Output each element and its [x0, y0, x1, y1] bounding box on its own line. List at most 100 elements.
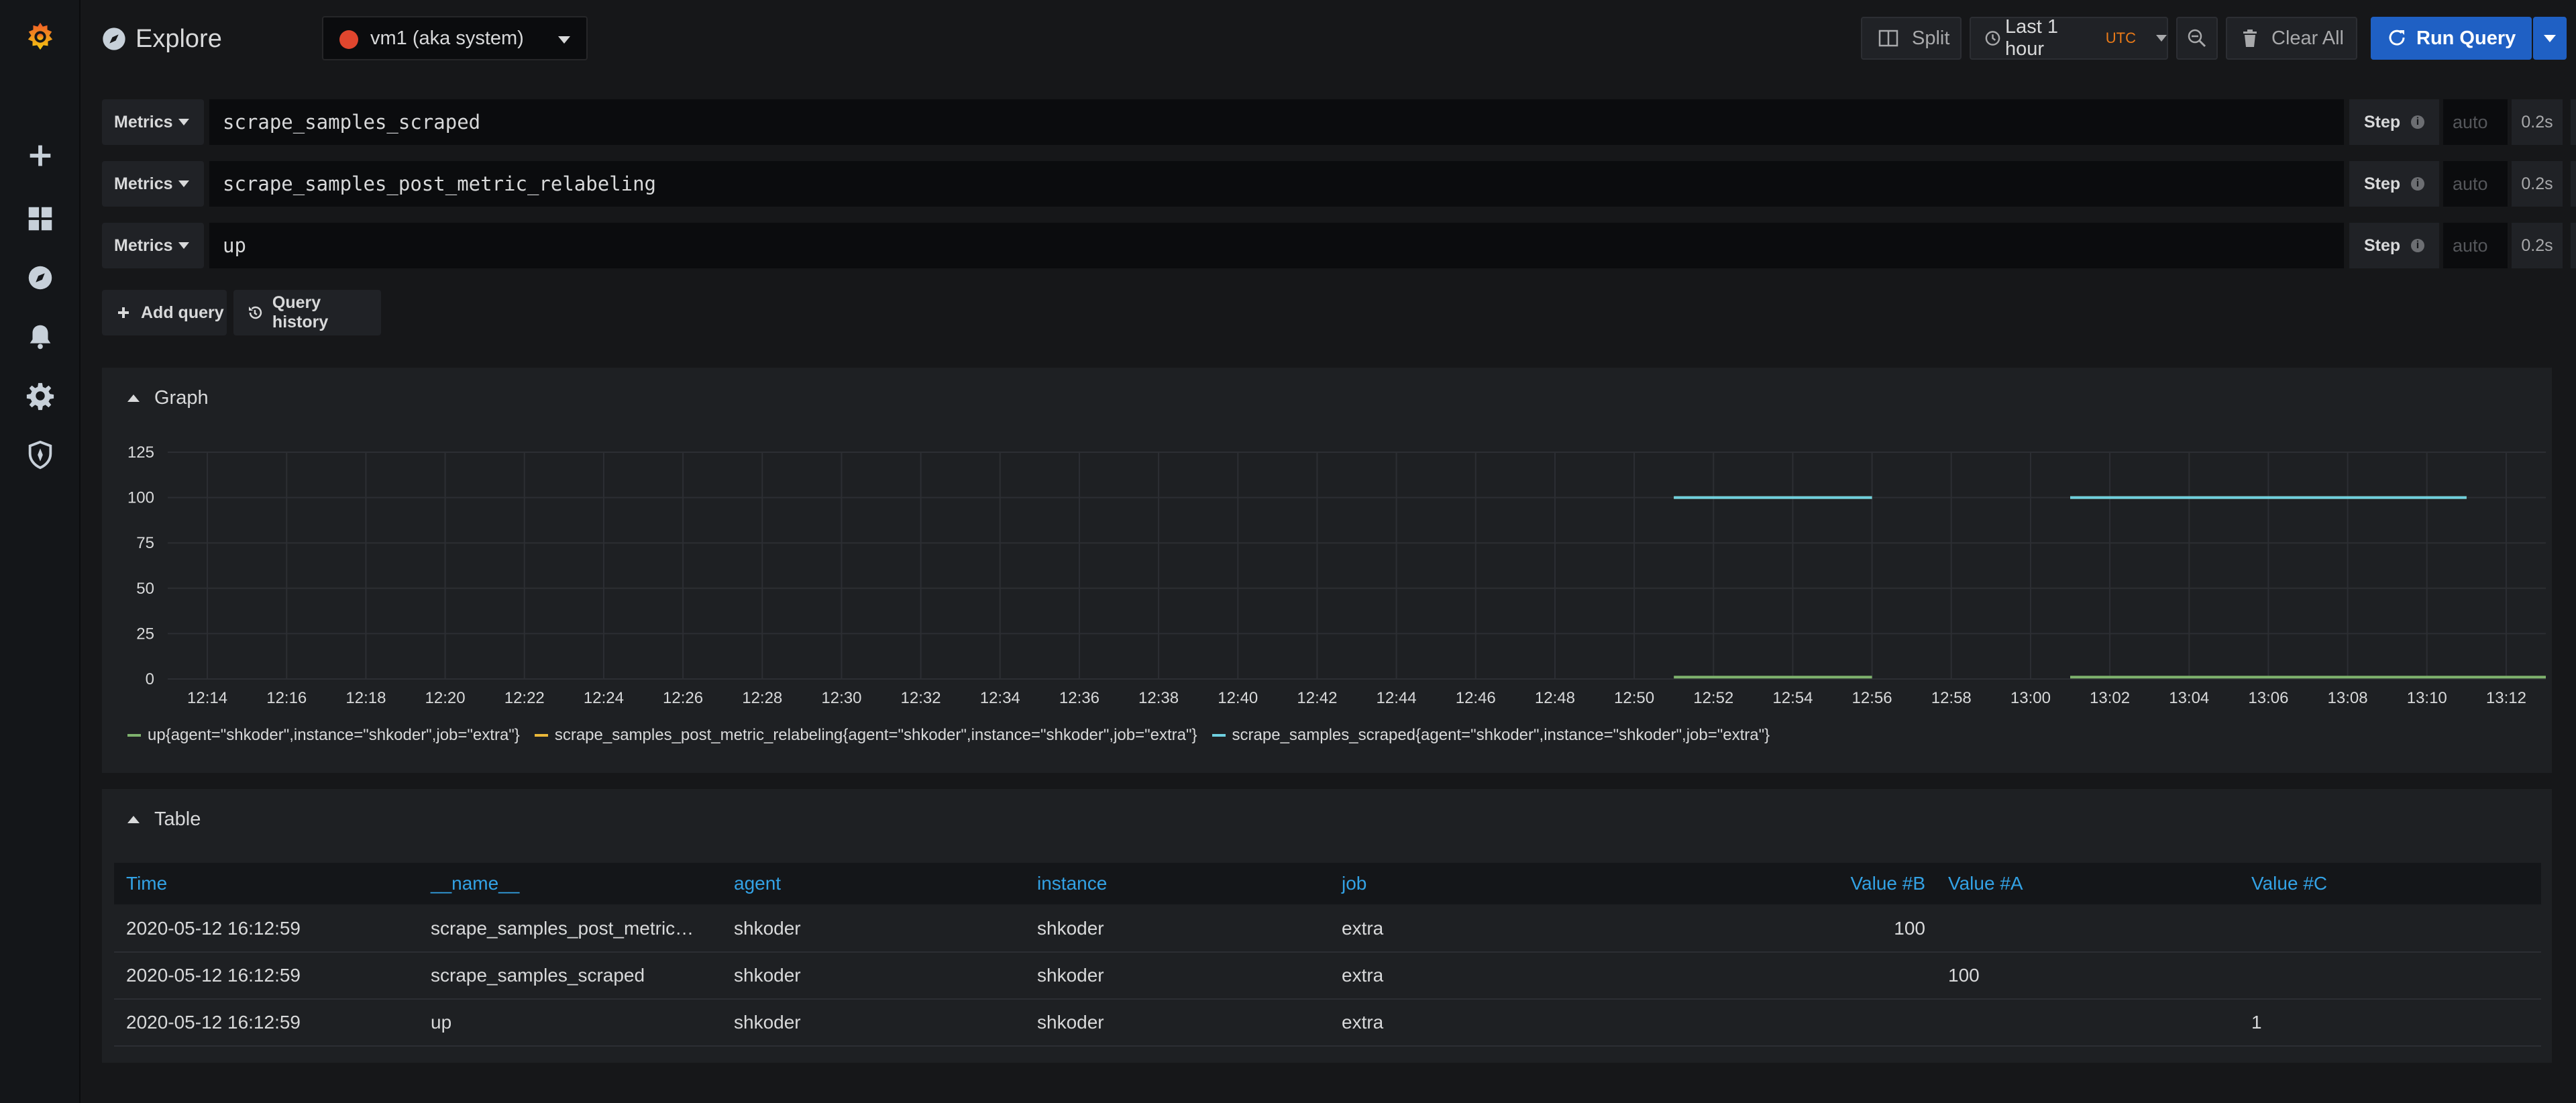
graph-legend: up{agent="shkoder",instance="shkoder",jo… — [127, 726, 1770, 745]
zoom-out-icon — [2188, 29, 2206, 48]
step-input[interactable]: auto — [2443, 223, 2508, 268]
x-tick-label: 12:38 — [1138, 689, 1179, 707]
caret-down-icon — [178, 242, 189, 249]
legend-item[interactable]: scrape_samples_scraped{agent="shkoder",i… — [1212, 726, 1770, 745]
shield-icon[interactable] — [0, 428, 80, 482]
cell-name: up — [431, 1012, 452, 1033]
page-title: Explore — [136, 25, 222, 53]
cell-value-b: 100 — [1894, 918, 1925, 939]
split-button[interactable]: Split — [1861, 17, 1962, 60]
caret-down-icon — [558, 36, 570, 44]
query-expression-input[interactable]: up — [209, 223, 2344, 268]
x-tick-label: 12:22 — [504, 689, 545, 707]
toggle-visibility-button[interactable] — [2571, 99, 2576, 145]
datasource-picker[interactable]: vm1 (aka system) — [322, 16, 588, 60]
grafana-logo-icon[interactable] — [0, 9, 80, 63]
x-tick-label: 13:06 — [2248, 689, 2288, 707]
table-row: 2020-05-12 16:12:59 scrape_samples_post_… — [114, 906, 2541, 953]
info-icon[interactable]: i — [2411, 239, 2424, 252]
explore-icon[interactable] — [0, 251, 80, 305]
zoom-out-button[interactable] — [2176, 17, 2218, 60]
legend-swatch — [127, 734, 141, 737]
x-tick-label: 13:12 — [2486, 689, 2526, 707]
split-icon — [1878, 30, 1898, 47]
add-query-label: Add query — [141, 303, 224, 322]
table-panel-title: Table — [154, 808, 201, 830]
alert-bell-icon[interactable] — [0, 310, 80, 364]
x-tick-label: 12:36 — [1059, 689, 1099, 707]
explore-title-icon — [103, 28, 125, 50]
x-tick-label: 12:32 — [901, 689, 941, 707]
info-icon[interactable]: i — [2411, 115, 2424, 129]
x-tick-label: 12:34 — [980, 689, 1020, 707]
cell-value-b — [1737, 953, 1925, 998]
column-header-instance[interactable]: instance — [1037, 863, 1107, 904]
timezone-label: UTC — [2105, 30, 2136, 46]
x-tick-label: 13:08 — [2328, 689, 2368, 707]
clock-icon — [1985, 31, 2000, 46]
legend-item[interactable]: up{agent="shkoder",instance="shkoder",jo… — [127, 726, 520, 745]
x-tick-label: 13:04 — [2169, 689, 2209, 707]
run-query-button[interactable]: Run Query — [2371, 17, 2532, 60]
cell-instance: shkoder — [1037, 918, 1104, 939]
x-tick-label: 12:52 — [1693, 689, 1733, 707]
cell-value-a — [1948, 1000, 2216, 1045]
x-tick-label: 12:18 — [345, 689, 386, 707]
toggle-visibility-button[interactable] — [2571, 161, 2576, 207]
step-label-text: Step — [2364, 112, 2401, 132]
gear-icon[interactable] — [0, 369, 80, 423]
column-header-value-c[interactable]: Value #C — [2251, 863, 2327, 904]
datasource-icon — [339, 30, 358, 49]
cell-value-a — [1948, 906, 2216, 951]
x-tick-label: 13:00 — [2010, 689, 2051, 707]
step-label: Step i — [2349, 223, 2439, 268]
query-row: Metrics scrape_samples_scraped Step i aut… — [102, 99, 2576, 145]
caret-down-icon — [178, 180, 189, 187]
add-query-button[interactable]: Add query — [102, 290, 227, 335]
dashboards-icon[interactable] — [0, 192, 80, 246]
column-header-value-b[interactable]: Value #B — [1737, 863, 1925, 904]
query-expression-input[interactable]: scrape_samples_scraped — [209, 99, 2344, 145]
legend-label: up{agent="shkoder",instance="shkoder",jo… — [148, 726, 520, 744]
query-expression-input[interactable]: scrape_samples_post_metric_relabeling — [209, 161, 2344, 207]
clear-all-button[interactable]: Clear All — [2226, 17, 2357, 60]
query-type-select[interactable]: Metrics — [102, 223, 204, 268]
column-header-time[interactable]: Time — [126, 863, 167, 904]
time-range-picker[interactable]: Last 1 hour UTC — [1970, 16, 2168, 60]
table-panel-header[interactable]: Table — [127, 802, 201, 836]
x-tick-label: 12:26 — [663, 689, 703, 707]
step-input[interactable]: auto — [2443, 161, 2508, 207]
column-header-value-a[interactable]: Value #A — [1948, 863, 2023, 904]
x-tick-label: 12:30 — [821, 689, 861, 707]
graph-chart[interactable]: 0 25 50 75 100 125 12:14 12:16 12:18 12:20 12:22 12… — [101, 429, 2549, 711]
legend-item[interactable]: scrape_samples_post_metric_relabeling{ag… — [534, 726, 1197, 745]
cell-value-b — [1737, 1000, 1925, 1045]
caret-down-icon — [178, 119, 189, 125]
run-query-dropdown[interactable] — [2533, 17, 2567, 60]
column-header-agent[interactable]: agent — [734, 863, 781, 904]
info-icon[interactable]: i — [2411, 177, 2424, 191]
cell-time: 2020-05-12 16:12:59 — [126, 1012, 301, 1033]
column-header-name[interactable]: __name__ — [431, 863, 519, 904]
step-input[interactable]: auto — [2443, 99, 2508, 145]
table-row: 2020-05-12 16:12:59 scrape_samples_scrap… — [114, 953, 2541, 1000]
sidebar — [0, 0, 80, 1103]
query-type-select[interactable]: Metrics — [102, 161, 204, 207]
x-tick-label: 12:46 — [1456, 689, 1496, 707]
query-type-label: Metrics — [114, 174, 173, 193]
graph-panel-title: Graph — [154, 386, 209, 409]
query-duration: 0.2s — [2512, 161, 2563, 207]
x-tick-label: 12:42 — [1297, 689, 1337, 707]
query-row: Metrics up Step i auto 0.2s — [102, 223, 2576, 268]
datasource-name: vm1 (aka system) — [370, 27, 524, 49]
column-header-job[interactable]: job — [1342, 863, 1366, 904]
cell-value-c — [2251, 953, 2520, 998]
graph-panel-header[interactable]: Graph — [127, 381, 209, 415]
toggle-visibility-button[interactable] — [2571, 223, 2576, 268]
y-tick-label: 125 — [127, 443, 154, 462]
cell-instance: shkoder — [1037, 1012, 1104, 1033]
x-tick-label: 12:24 — [584, 689, 624, 707]
query-history-button[interactable]: Query history — [233, 290, 381, 335]
query-type-select[interactable]: Metrics — [102, 99, 204, 145]
plus-icon[interactable] — [0, 129, 80, 182]
